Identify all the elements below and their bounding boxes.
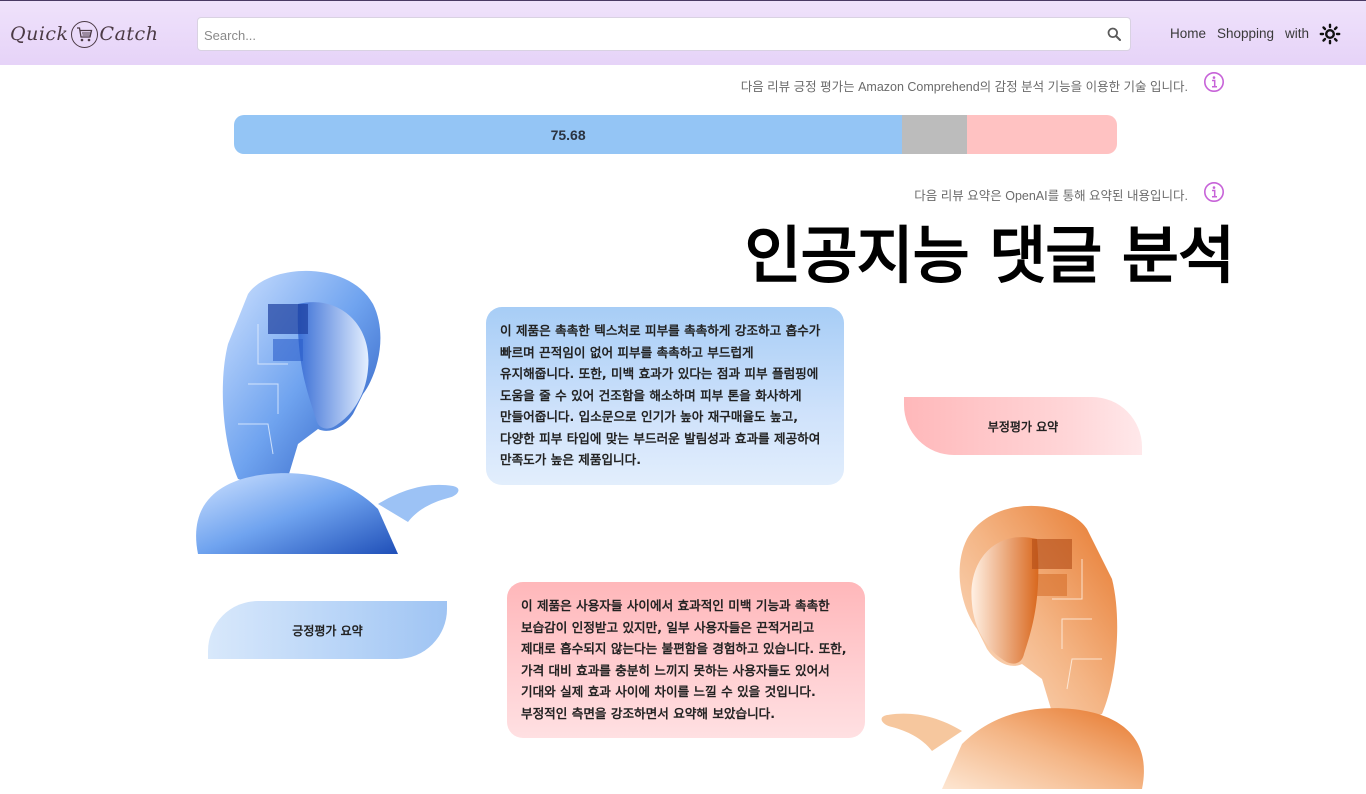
negative-summary-tag: 부정평가 요약 (904, 397, 1142, 455)
positive-segment: 75.68 (234, 115, 903, 154)
info-icon[interactable] (1203, 71, 1225, 93)
negative-segment (966, 115, 1117, 154)
sun-icon[interactable] (1319, 23, 1341, 45)
robot-image-blue (196, 270, 459, 554)
quickcatch-logo[interactable]: Quick Catch (10, 17, 158, 51)
logo-text-right: Catch (99, 23, 159, 45)
sentiment-analysis-note: 다음 리뷰 긍정 평가는 Amazon Comprehend의 감정 분석 기능… (740, 80, 1188, 94)
negative-summary-bubble: 이 제품은 사용자들 사이에서 효과적인 미백 기능과 촉촉한 보습감이 인정받… (507, 582, 865, 738)
robot-image-orange (881, 505, 1144, 789)
positive-summary-bubble: 이 제품은 촉촉한 텍스처로 피부를 촉촉하게 강조하고 흡수가 빠르며 끈적임… (486, 307, 844, 485)
summary-note: 다음 리뷰 요약은 OpenAI를 통해 요약된 내용입니다. (914, 189, 1188, 203)
search-input[interactable] (204, 24, 1094, 46)
search-icon[interactable] (1107, 27, 1121, 41)
page-title: 인공지능 댓글 분석 (744, 219, 1235, 292)
search-box (197, 17, 1131, 51)
top-nav-bar: Quick Catch Home Shopping with (0, 0, 1366, 65)
cart-icon (70, 20, 98, 48)
positive-summary-tag: 긍정평가 요약 (208, 601, 447, 659)
nav-home-link[interactable]: Home (1170, 26, 1206, 42)
nav-shopping-link[interactable]: Shopping (1217, 26, 1274, 42)
neutral-segment (902, 115, 967, 154)
nav-with-link[interactable]: with (1285, 26, 1309, 42)
logo-text-left: Quick (10, 23, 69, 45)
sentiment-ratio-bar: 75.68 (234, 115, 1117, 154)
positive-score-label: 75.68 (550, 126, 586, 143)
info-icon[interactable] (1203, 181, 1225, 203)
